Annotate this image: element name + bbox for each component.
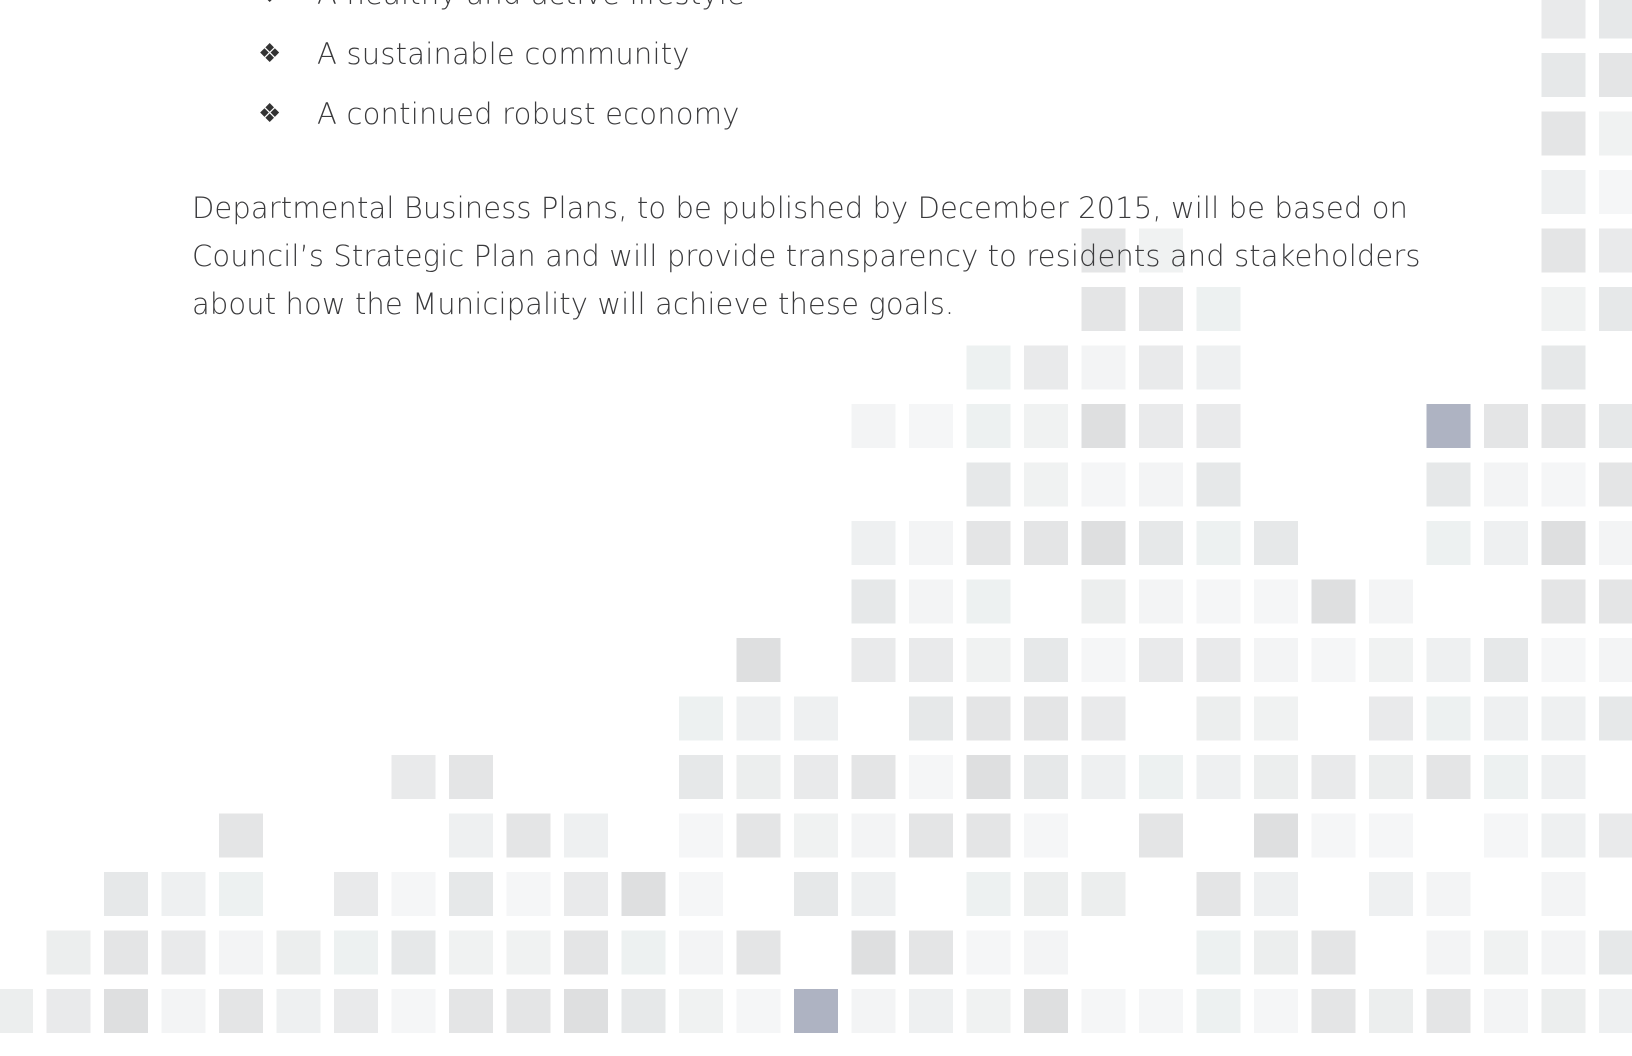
bullet-text: A healthy and active lifestyle bbox=[317, 0, 745, 11]
page-content: ❖ A healthy and active lifestyle ❖ A sus… bbox=[0, 0, 1632, 1056]
bullet-text: A continued robust economy bbox=[317, 97, 740, 131]
paragraph-line: Departmental Business Plans, to be publi… bbox=[192, 191, 1409, 225]
bullet-text: A sustainable community bbox=[317, 37, 690, 71]
paragraph-line: about how the Municipality will achieve … bbox=[192, 287, 955, 321]
diamond-bullet-icon: ❖ bbox=[258, 39, 282, 69]
document-page: ❖ A healthy and active lifestyle ❖ A sus… bbox=[0, 0, 1632, 1056]
bullet-item: ❖ A healthy and active lifestyle bbox=[258, 0, 745, 24]
paragraph-line: Council’s Strategic Plan and will provid… bbox=[192, 239, 1421, 273]
bullet-item: ❖ A sustainable community bbox=[258, 24, 745, 84]
diamond-bullet-icon: ❖ bbox=[258, 99, 282, 129]
bullet-item: ❖ A continued robust economy bbox=[258, 84, 745, 144]
goals-bullet-list: ❖ A healthy and active lifestyle ❖ A sus… bbox=[258, 0, 745, 144]
business-plans-paragraph: Departmental Business Plans, to be publi… bbox=[192, 184, 1432, 328]
diamond-bullet-icon: ❖ bbox=[258, 0, 317, 9]
